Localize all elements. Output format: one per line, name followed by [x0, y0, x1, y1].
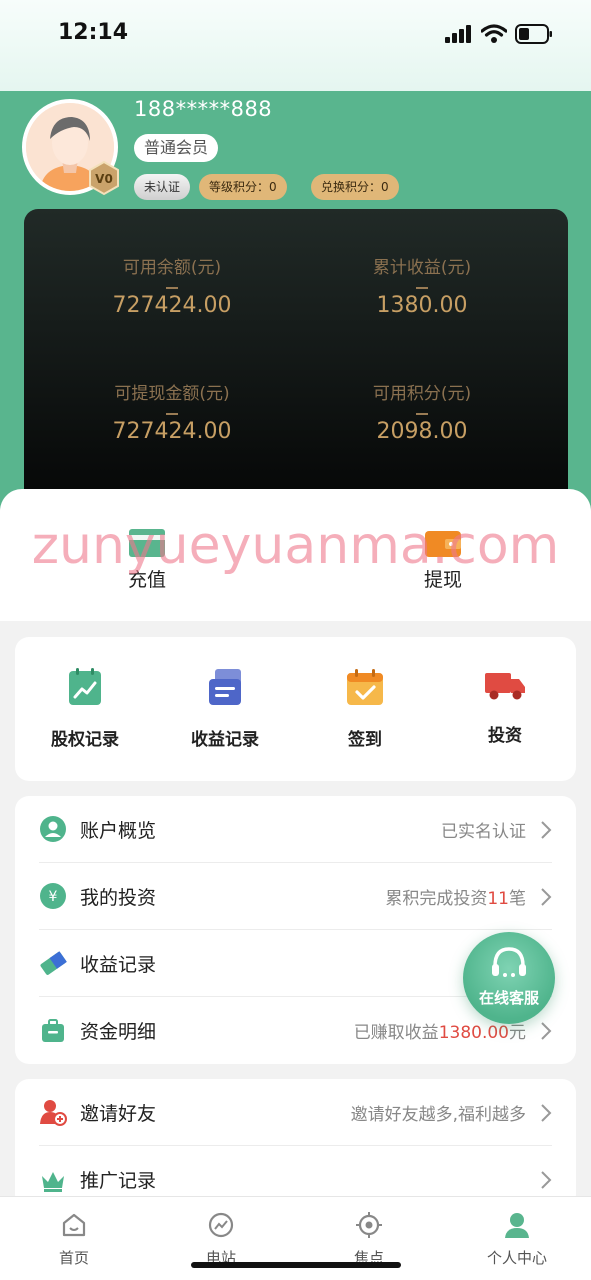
menu-label: 收益记录	[80, 953, 157, 976]
add-user-icon	[40, 1100, 67, 1126]
home-icon	[62, 1213, 86, 1237]
income-list-icon	[209, 669, 241, 705]
available-balance-stat: 可用余额(元) 727424.00	[36, 253, 308, 318]
system-indicators	[445, 24, 553, 44]
recharge-card-icon	[129, 529, 165, 557]
referral-menu-list: 邀请好友 邀请好友越多,福利越多 推广记录	[15, 1079, 576, 1209]
stat-value: 2098.00	[376, 419, 468, 444]
tab-label: 首页	[58, 1249, 89, 1267]
earned-income-amount: 1380.00	[438, 1023, 509, 1043]
feature-invest[interactable]: 投资	[450, 667, 560, 746]
stat-value: 727424.00	[112, 293, 232, 318]
verify-status-badge[interactable]: 未认证	[134, 174, 191, 200]
feature-income-records[interactable]: 收益记录	[170, 667, 280, 750]
feature-label: 投资	[488, 726, 522, 746]
stat-divider	[166, 287, 178, 289]
stat-divider	[416, 287, 428, 289]
equity-chart-icon	[69, 668, 101, 705]
briefcase-icon	[42, 1018, 64, 1042]
chevron-right-icon	[541, 821, 552, 839]
focus-target-icon	[356, 1212, 382, 1238]
withdraw-label: 提现	[423, 569, 462, 591]
investment-count: 11	[487, 888, 509, 909]
calendar-check-icon	[347, 669, 383, 705]
total-income-stat: 累计收益(元) 1380.00	[286, 253, 558, 318]
menu-row-account-overview[interactable]: 账户概览 已实名认证	[39, 796, 552, 863]
home-indicator	[191, 1262, 401, 1268]
value-prefix: 累积完成投资	[385, 888, 488, 909]
stat-label: 可用积分(元)	[372, 384, 472, 404]
stat-value: 1380.00	[376, 293, 468, 318]
tab-home[interactable]: 首页	[14, 1211, 134, 1268]
recharge-button[interactable]: 充值	[97, 527, 197, 592]
power-station-icon	[208, 1212, 234, 1238]
feature-equity-records[interactable]: 股权记录	[30, 667, 140, 750]
svg-text:¥: ¥	[49, 889, 58, 905]
recharge-label: 充值	[127, 569, 166, 591]
stat-label: 累计收益(元)	[372, 258, 472, 278]
cellular-signal-icon	[445, 25, 471, 43]
balance-card: 可用余额(元) 727424.00 累计收益(元) 1380.00 可提现金额(…	[24, 209, 568, 509]
wifi-icon	[481, 24, 507, 43]
value-suffix: 笔	[509, 888, 526, 909]
battery-icon	[515, 24, 552, 44]
vip-level-badge-icon: V0	[89, 160, 119, 196]
tab-personal-center[interactable]: 个人中心	[457, 1211, 577, 1268]
tab-focus[interactable]: 焦点	[309, 1211, 429, 1268]
action-card: 充值 提现	[0, 489, 591, 621]
value-prefix: 已赚取收益	[353, 1023, 439, 1043]
menu-value: 邀请好友越多,福利越多	[350, 1104, 526, 1125]
menu-label: 我的投资	[80, 886, 157, 909]
stat-label: 可提现金额(元)	[114, 384, 230, 404]
feature-label: 收益记录	[191, 730, 259, 750]
chevron-right-icon	[541, 1171, 552, 1189]
feature-label: 签到	[348, 730, 382, 750]
menu-row-my-investments[interactable]: ¥ 我的投资 累积完成投资11笔	[39, 863, 552, 930]
feature-checkin[interactable]: 签到	[310, 667, 420, 750]
user-phone: 188*****888	[134, 97, 273, 121]
truck-icon	[485, 673, 525, 700]
stat-label: 可用余额(元)	[122, 258, 222, 278]
tab-label: 个人中心	[486, 1249, 547, 1267]
headset-icon	[492, 947, 526, 977]
level-points-badge: 等级积分：0	[199, 174, 287, 200]
menu-label: 邀请好友	[80, 1102, 157, 1125]
exchange-points-badge: 兑换积分：0	[311, 174, 399, 200]
wallet-icon	[425, 531, 461, 557]
chevron-right-icon	[541, 1104, 552, 1122]
tab-power-station[interactable]: 电站	[161, 1211, 281, 1268]
customer-service-label: 在线客服	[478, 989, 539, 1007]
value-suffix: 元	[509, 1023, 526, 1043]
menu-label: 推广记录	[80, 1170, 157, 1192]
feature-label: 股权记录	[51, 730, 119, 750]
menu-value: 已实名认证	[441, 821, 526, 842]
vip-level-text: V0	[95, 172, 113, 186]
menu-label: 账户概览	[80, 819, 157, 842]
chevron-right-icon	[541, 1022, 552, 1040]
user-circle-icon	[40, 816, 66, 842]
stat-divider	[416, 413, 428, 415]
withdrawable-amount-stat: 可提现金额(元) 727424.00	[36, 379, 308, 444]
member-level-badge: 普通会员	[134, 134, 219, 162]
menu-label: 资金明细	[80, 1021, 157, 1043]
menu-row-invite-friends[interactable]: 邀请好友 邀请好友越多,福利越多	[39, 1079, 552, 1146]
user-center-icon	[505, 1213, 529, 1238]
online-customer-service-button[interactable]: 在线客服	[463, 932, 555, 1024]
crown-icon	[42, 1171, 64, 1192]
stat-divider	[166, 413, 178, 415]
yuan-circle-icon: ¥	[40, 883, 66, 909]
chevron-right-icon	[541, 888, 552, 906]
stat-value: 727424.00	[112, 419, 232, 444]
available-points-stat: 可用积分(元) 2098.00	[286, 379, 558, 444]
feature-grid: 股权记录 收益记录 签到 投资	[15, 637, 576, 781]
account-menu-list: 账户概览 已实名认证 ¥ 我的投资 累积完成投资11笔 收益记录 资金明细 已赚…	[15, 796, 576, 1064]
money-bill-icon	[40, 951, 67, 975]
status-bar: 12:14	[0, 0, 591, 91]
withdraw-button[interactable]: 提现	[393, 527, 493, 592]
menu-value: 累积完成投资11笔	[385, 884, 526, 909]
status-time: 12:14	[58, 20, 129, 45]
